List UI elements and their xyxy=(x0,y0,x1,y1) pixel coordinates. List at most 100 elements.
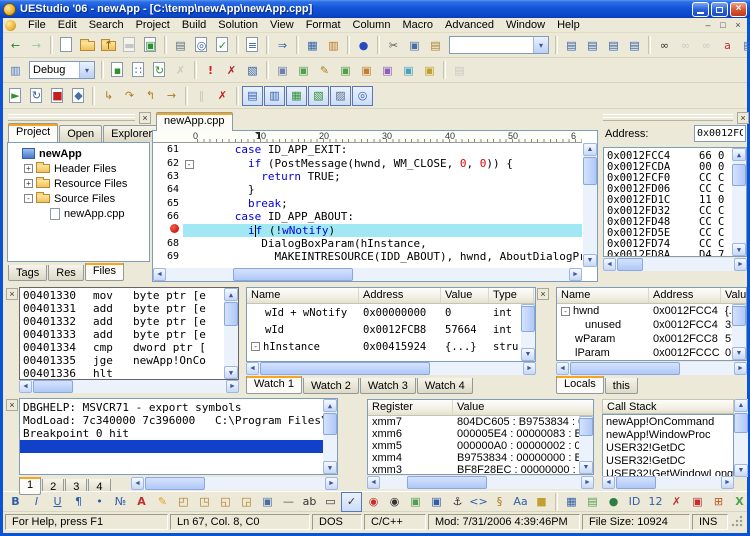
disassembly-horizontal-scrollbar[interactable]: ◄► xyxy=(19,380,239,393)
view-search-icon[interactable]: ◎ xyxy=(352,86,373,106)
memory-row[interactable]: 0x0012FD06CC C xyxy=(607,183,746,194)
close-memory-panel-button[interactable]: × xyxy=(737,112,749,124)
locals-row[interactable]: -hwnd0x0012FCC4{...} xyxy=(557,304,746,318)
title-bar[interactable]: UEStudio '06 - newApp - [C:\temp\newApp\… xyxy=(0,0,750,18)
scrollbar-up-button[interactable]: ▲ xyxy=(732,148,746,161)
locals-row[interactable]: unused0x0012FCC432983 xyxy=(557,318,746,332)
registers-horizontal-scrollbar[interactable]: ◄► xyxy=(367,476,594,489)
scrollbar-thumb[interactable] xyxy=(579,418,593,436)
scrollbar-down-button[interactable]: ▼ xyxy=(521,348,535,361)
watch-table[interactable]: NameAddressValueType wId + wNotify0x0000… xyxy=(246,287,536,362)
scrollbar-right-button[interactable]: ► xyxy=(581,476,594,489)
image2-icon[interactable]: ▣ xyxy=(426,492,447,512)
numbered-list-icon[interactable]: № xyxy=(110,492,131,512)
view-watch-icon[interactable]: ▨ xyxy=(330,86,351,106)
locals-row[interactable]: lParam0x0012FCCC0 xyxy=(557,346,746,360)
expand-icon[interactable]: - xyxy=(251,342,260,351)
line-number-gutter[interactable]: 61 xyxy=(153,144,183,155)
scrollbar-left-button[interactable]: ◄ xyxy=(603,258,616,271)
watch-tab-watch-2[interactable]: Watch 2 xyxy=(303,378,359,394)
find-icon[interactable]: ∞ xyxy=(654,35,675,55)
scrollbar-down-button[interactable]: ▼ xyxy=(732,347,746,360)
callstack-header[interactable]: Call Stack xyxy=(602,399,734,414)
scrollbar-up-button[interactable]: ▲ xyxy=(734,399,748,412)
scrollbar-up-button[interactable]: ▲ xyxy=(224,288,238,301)
locals-vertical-scrollbar[interactable]: ▲▼ xyxy=(732,304,746,360)
resize-grip[interactable] xyxy=(730,514,743,530)
config-combo-dropdown-icon[interactable]: ▾ xyxy=(79,62,94,78)
scrollbar-right-button[interactable]: ► xyxy=(523,362,536,375)
step-into-icon[interactable]: ↳ xyxy=(98,86,119,106)
scrollbar-right-button[interactable]: ► xyxy=(721,476,734,489)
scrollbar-thumb[interactable] xyxy=(224,302,238,326)
insert-field-4-icon[interactable]: ◲ xyxy=(236,492,257,512)
insert-field-3-icon[interactable]: ◱ xyxy=(215,492,236,512)
scrollbar-right-button[interactable]: ► xyxy=(569,268,582,281)
debug-tool-6-icon[interactable]: ▣ xyxy=(377,60,398,80)
save-all-icon[interactable]: ▣ xyxy=(140,35,161,55)
underline-icon[interactable]: U xyxy=(47,492,68,512)
menu-column[interactable]: Column xyxy=(347,18,397,32)
memory-list[interactable]: 0x0012FCC466 00x0012FCDA00 00x0012FCF0CC… xyxy=(603,147,747,257)
callstack-row[interactable]: USER32!GetDC xyxy=(603,442,733,455)
debug-tool-2-icon[interactable]: ▣ xyxy=(293,60,314,80)
workspace-toggle-icon[interactable]: ▥ xyxy=(5,60,26,80)
locals-horizontal-scrollbar[interactable]: ◄► xyxy=(556,362,747,375)
scrollbar-thumb[interactable] xyxy=(33,380,73,393)
step-over-icon[interactable]: ↷ xyxy=(119,86,140,106)
scrollbar-left-button[interactable]: ◄ xyxy=(153,268,166,281)
anchor-icon[interactable]: ⚓ xyxy=(447,492,468,512)
list-4-icon[interactable]: ▤ xyxy=(624,35,645,55)
callstack-vertical-scrollbar[interactable]: ▲▼ xyxy=(734,399,748,477)
watch-tab-watch-4[interactable]: Watch 4 xyxy=(417,378,473,394)
list-2-icon[interactable]: ▤ xyxy=(582,35,603,55)
code-area[interactable]: 61 case ID_APP_EXIT:62- if (PostMessage(… xyxy=(153,143,582,267)
menu-solution[interactable]: Solution xyxy=(212,18,264,32)
registers-vertical-scrollbar[interactable]: ▲▼ xyxy=(579,416,593,474)
checkbox-ctrl-icon[interactable]: ✓ xyxy=(341,492,362,512)
column-header-value[interactable]: Value xyxy=(441,288,489,303)
file-tab-newapp-cpp[interactable]: newApp.cpp xyxy=(156,112,233,131)
scrollbar-right-button[interactable]: ► xyxy=(325,477,338,490)
memory-row[interactable]: 0x0012FD74CC C xyxy=(607,238,746,249)
stop-debug-icon[interactable]: ■ xyxy=(47,86,68,106)
column-header-type[interactable]: Type xyxy=(489,288,534,303)
tree-expand-icon[interactable]: + xyxy=(24,164,33,173)
memory-row[interactable]: 0x0012FD5ECC C xyxy=(607,227,746,238)
code-line-61[interactable]: 61 case ID_APP_EXIT: xyxy=(153,143,582,156)
special-chars-icon[interactable]: § xyxy=(489,492,510,512)
panel-grip[interactable] xyxy=(603,114,733,121)
scrollbar-thumb[interactable] xyxy=(732,164,746,186)
print-preview-icon[interactable]: ◎ xyxy=(191,35,212,55)
output-line[interactable]: ModLoad: 7c340000 7c396000 C:\Program Fi… xyxy=(20,414,337,427)
address-input[interactable] xyxy=(694,125,746,142)
config-combo[interactable]: Debug▾ xyxy=(29,61,95,79)
locals-tab-locals[interactable]: Locals xyxy=(556,376,604,394)
tree-item-newapp[interactable]: newApp xyxy=(10,146,147,161)
disassembly-row[interactable]: 00401332addbyte ptr [e xyxy=(23,315,238,328)
watch-tab-watch-3[interactable]: Watch 3 xyxy=(360,378,416,394)
column-header-address[interactable]: Address xyxy=(359,288,441,303)
line-number-gutter[interactable]: 66 xyxy=(153,211,183,222)
code-line-68[interactable]: 68 DialogBoxParam(hInstance, xyxy=(153,237,582,250)
scrollbar-down-button[interactable]: ▼ xyxy=(323,461,337,474)
sidebar-tab-files[interactable]: Files xyxy=(85,263,124,281)
output-line[interactable]: Breakpoint 0 hit xyxy=(20,427,337,440)
restart-debug-icon[interactable]: ↻ xyxy=(26,86,47,106)
debug-tool-3-icon[interactable]: ✎ xyxy=(314,60,335,80)
font-color-icon[interactable]: A xyxy=(131,492,152,512)
scrollbar-thumb[interactable] xyxy=(323,413,337,435)
scrollbar-down-button[interactable]: ▼ xyxy=(583,254,597,267)
view-memory-icon[interactable]: ▥ xyxy=(264,86,285,106)
callstack-horizontal-scrollbar[interactable]: ◄► xyxy=(602,476,734,489)
code-line-66[interactable]: 66 case ID_APP_ABOUT: xyxy=(153,210,582,223)
paste-icon[interactable]: ▤ xyxy=(425,35,446,55)
textbox-ctrl-icon[interactable]: ab xyxy=(299,492,320,512)
scrollbar-thumb[interactable] xyxy=(145,477,205,490)
scrollbar-right-button[interactable]: ► xyxy=(734,258,747,271)
scrollbar-thumb[interactable] xyxy=(570,362,680,375)
tree-item-source-files[interactable]: -Source Files xyxy=(10,191,147,206)
menu-window[interactable]: Window xyxy=(500,18,551,32)
line-number-gutter[interactable]: 62 xyxy=(153,158,183,169)
favorites-combo[interactable]: ▾ xyxy=(449,36,549,54)
